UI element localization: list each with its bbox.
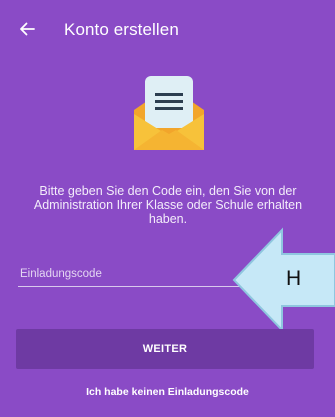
arrow-left-icon [232,227,335,333]
back-button[interactable] [14,16,40,42]
page-title: Konto erstellen [64,20,179,39]
arrow-left-icon [20,22,35,36]
callout-text: H [286,267,302,290]
app-bar: Konto erstellen [0,0,335,58]
envelope-letter-icon [128,74,210,154]
arrow-callout [232,226,335,334]
continue-button[interactable]: WEITER [16,329,314,369]
no-invitation-code-link[interactable]: Ich habe keinen Einladungscode [0,386,335,398]
instruction-text: Bitte geben Sie den Code ein, den Sie vo… [33,184,303,226]
